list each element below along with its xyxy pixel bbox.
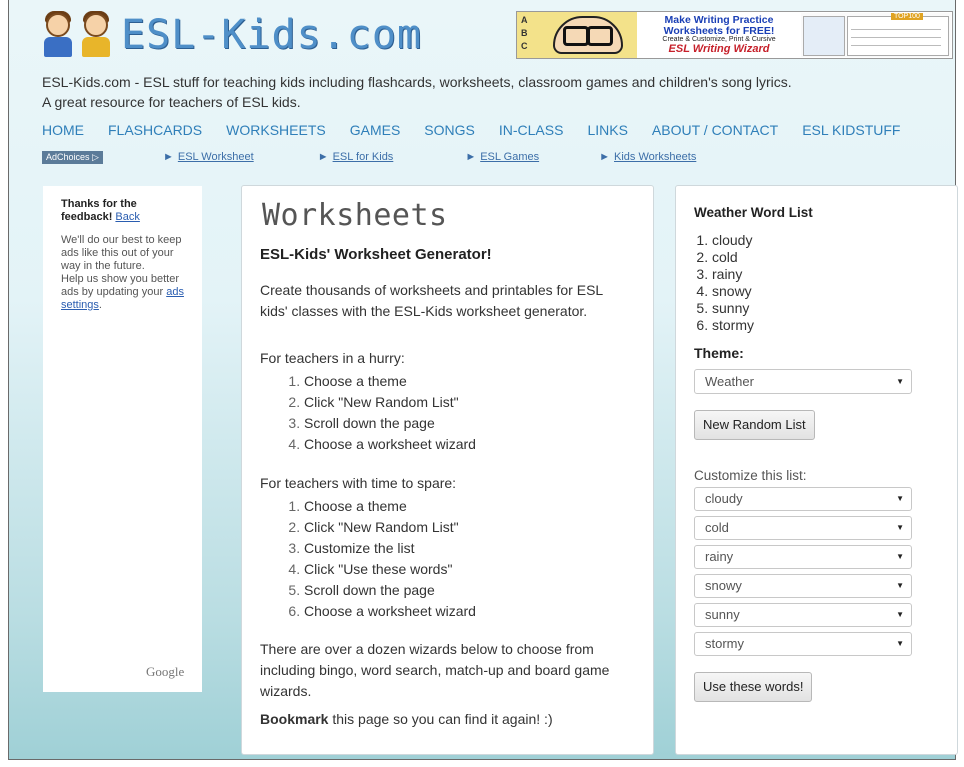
google-logo: Google — [146, 664, 185, 679]
banner-worksheet-preview: TOP100 — [801, 13, 951, 57]
banner-tag: TOP100 — [891, 13, 923, 20]
list-item: Choose a worksheet wizard — [304, 601, 476, 622]
list-item: Scroll down the page — [304, 580, 476, 601]
customize-label: Customize this list: — [694, 468, 807, 483]
nav-about-contact[interactable]: ABOUT / CONTACT — [652, 122, 778, 138]
custom-word-select-1[interactable]: cloudy ▼ — [694, 487, 912, 511]
word-list-title: Weather Word List — [694, 205, 813, 220]
chevron-down-icon: ▼ — [896, 552, 904, 561]
nav-esl-kidstuff[interactable]: ESL KIDSTUFF — [802, 122, 900, 138]
nav-flashcards[interactable]: FLASHCARDS — [108, 122, 202, 138]
list-item: Choose a theme — [304, 496, 476, 517]
ad-link-esl-for-kids[interactable]: ► ESL for Kids — [318, 151, 394, 163]
page: ESL-Kids.com A B C Make Writing Practice… — [8, 0, 958, 760]
custom-word-select-6[interactable]: stormy ▼ — [694, 632, 912, 656]
list-item: Click "New Random List" — [304, 517, 476, 538]
nav-in-class[interactable]: IN-CLASS — [499, 122, 564, 138]
custom-word-select-4[interactable]: snowy ▼ — [694, 574, 912, 598]
custom-word-select-3[interactable]: rainy ▼ — [694, 545, 912, 569]
adchoices-icon: ▷ — [92, 151, 99, 162]
chevron-down-icon: ▼ — [896, 494, 904, 503]
custom-word-select-2[interactable]: cold ▼ — [694, 516, 912, 540]
chevron-down-icon: ▼ — [896, 581, 904, 590]
theme-label: Theme: — [694, 345, 744, 361]
theme-select[interactable]: Weather ▼ — [694, 369, 912, 394]
worksheet-generator-card: Worksheets ESL-Kids' Worksheet Generator… — [241, 185, 654, 755]
chevron-down-icon: ▼ — [896, 610, 904, 619]
triangle-right-icon: ► — [599, 151, 610, 163]
ad-link-esl-games[interactable]: ► ESL Games — [465, 151, 539, 163]
list-item: stormy — [712, 317, 754, 334]
new-random-list-button[interactable]: New Random List — [694, 410, 815, 440]
spare-heading: For teachers with time to spare: — [260, 475, 457, 491]
nav-songs[interactable]: SONGS — [424, 122, 475, 138]
intro-text: Create thousands of worksheets and print… — [260, 282, 603, 319]
list-item: sunny — [712, 300, 754, 317]
list-item: snowy — [712, 283, 754, 300]
spare-steps-list: Choose a theme Click "New Random List" C… — [260, 496, 476, 622]
site-tagline: ESL-Kids.com - ESL stuff for teaching ki… — [42, 74, 792, 110]
use-these-words-button[interactable]: Use these words! — [694, 672, 813, 702]
hurry-steps-list: Choose a theme Click "New Random List" S… — [260, 371, 476, 455]
list-item: Click "Use these words" — [304, 559, 476, 580]
banner-mascot-icon: A B C — [517, 12, 637, 58]
ad-feedback-line-2: Help us show you better ads by updating … — [61, 273, 180, 298]
hurry-heading: For teachers in a hurry: — [260, 350, 405, 366]
logo-text: ESL-Kids.com — [121, 12, 422, 58]
nav-games[interactable]: GAMES — [350, 122, 401, 138]
chevron-down-icon: ▼ — [896, 377, 904, 386]
triangle-right-icon: ► — [162, 151, 174, 163]
nav-links[interactable]: LINKS — [587, 122, 627, 138]
list-item: Scroll down the page — [304, 413, 476, 434]
banner-line-3: Create & Customize, Print & Cursive — [662, 36, 776, 43]
triangle-right-icon: ► — [465, 151, 477, 163]
nav-worksheets[interactable]: WORKSHEETS — [226, 122, 326, 138]
ad-link-bar: AdChoices ▷ ► ESL Worksheet ► ESL for Kids… — [42, 150, 696, 164]
custom-word-select-5[interactable]: sunny ▼ — [694, 603, 912, 627]
kids-logo-icon — [39, 11, 115, 59]
page-title: Worksheets — [262, 198, 448, 233]
site-logo[interactable]: ESL-Kids.com — [39, 10, 422, 60]
ad-back-link[interactable]: Back — [115, 211, 139, 223]
triangle-right-icon: ► — [317, 151, 329, 163]
banner-line-4: ESL Writing Wizard — [668, 43, 770, 55]
banner-line-2: Worksheets for FREE! — [663, 24, 775, 37]
writing-wizard-banner-ad[interactable]: A B C Make Writing Practice Worksheets f… — [516, 11, 953, 59]
ad-feedback-line-1: We'll do our best to keep ads like this … — [61, 234, 182, 272]
ad-feedback-panel: Thanks for the feedback! Back We'll do o… — [43, 186, 202, 692]
wizards-text: There are over a dozen wizards below to … — [260, 641, 610, 699]
bookmark-text: Bookmark this page so you can find it ag… — [260, 711, 553, 727]
generator-subtitle: ESL-Kids' Worksheet Generator! — [260, 246, 492, 263]
banner-line-1: Make Writing Practice — [664, 14, 774, 26]
list-item: cloudy — [712, 232, 754, 249]
word-list: cloudy cold rainy snowy sunny stormy — [694, 232, 754, 334]
main-nav: HOME FLASHCARDS WORKSHEETS GAMES SONGS I… — [42, 122, 900, 138]
chevron-down-icon: ▼ — [896, 639, 904, 648]
ad-link-kids-worksheets[interactable]: ► Kids Worksheets — [599, 151, 696, 163]
word-list-panel: Weather Word List cloudy cold rainy snow… — [675, 185, 958, 755]
nav-home[interactable]: HOME — [42, 122, 84, 138]
list-item: Choose a worksheet wizard — [304, 434, 476, 455]
list-item: Click "New Random List" — [304, 392, 476, 413]
chevron-down-icon: ▼ — [896, 523, 904, 532]
ad-link-esl-worksheet[interactable]: ► ESL Worksheet — [163, 151, 254, 163]
list-item: cold — [712, 249, 754, 266]
list-item: Customize the list — [304, 538, 476, 559]
list-item: rainy — [712, 266, 754, 283]
adchoices-button[interactable]: AdChoices ▷ — [42, 150, 103, 164]
list-item: Choose a theme — [304, 371, 476, 392]
